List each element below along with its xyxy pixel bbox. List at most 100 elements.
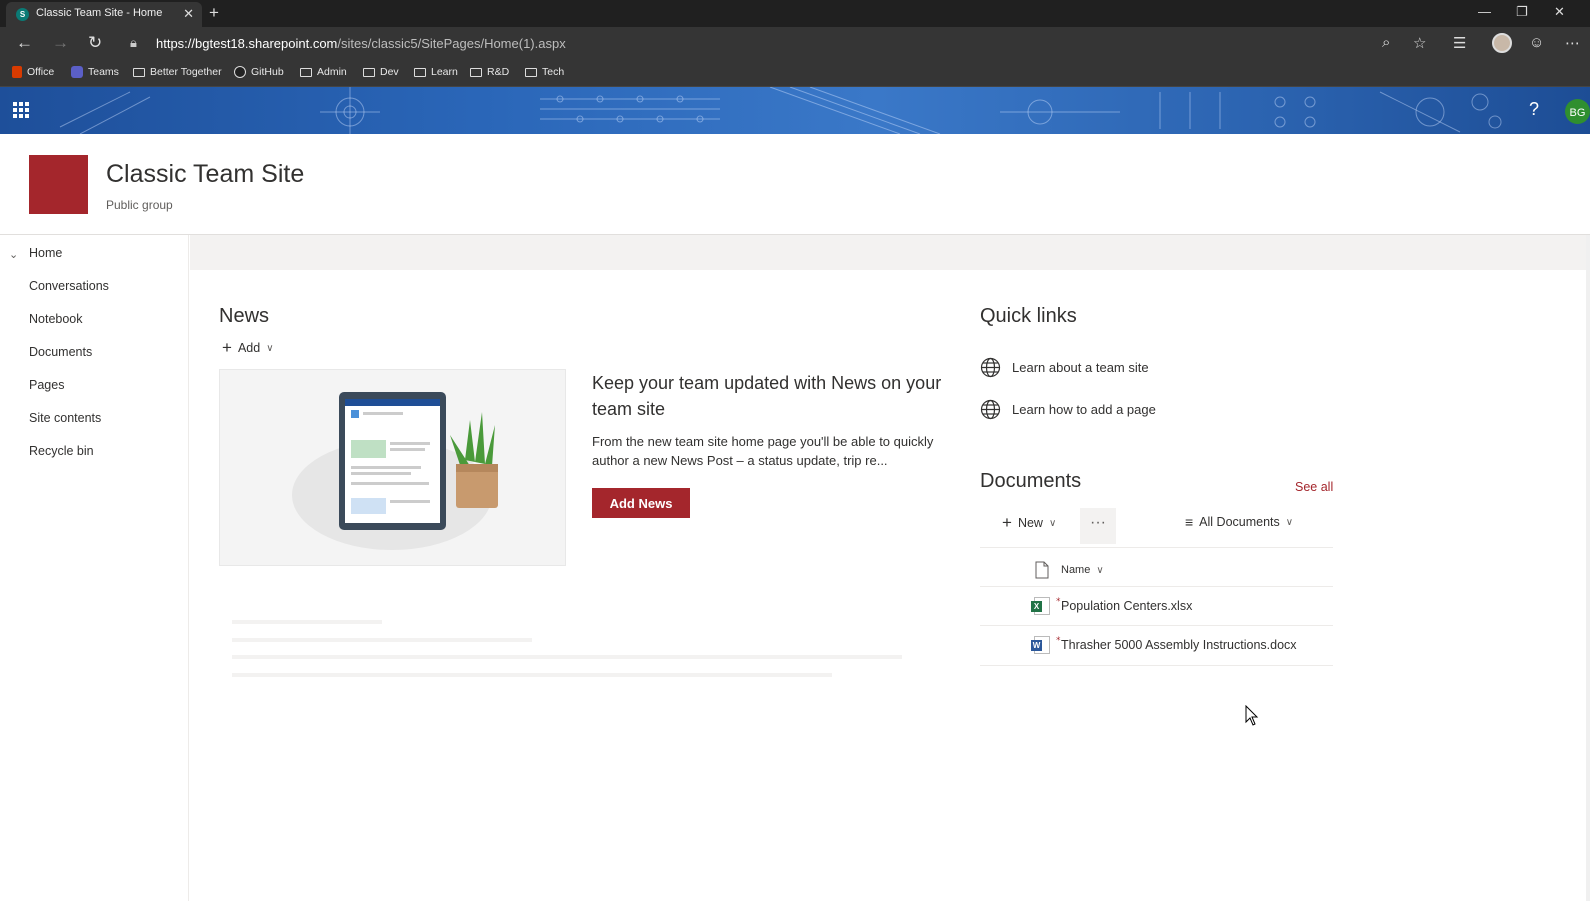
news-headline[interactable]: Keep your team updated with News on your… bbox=[592, 370, 952, 422]
mouse-cursor-icon bbox=[1245, 705, 1259, 726]
nav-item-home[interactable]: Home bbox=[29, 246, 62, 260]
user-avatar[interactable]: BG bbox=[1565, 99, 1590, 124]
word-file-icon: W bbox=[1031, 636, 1050, 654]
document-name[interactable]: ⁎ Thrasher 5000 Assembly Instructions.do… bbox=[1056, 632, 1297, 652]
nav-item-pages[interactable]: Pages bbox=[29, 378, 64, 392]
chevron-down-icon: ∨ bbox=[266, 342, 274, 354]
new-item-sparkle-icon: ⁎ bbox=[1056, 593, 1061, 603]
nav-item-documents[interactable]: Documents bbox=[29, 345, 92, 359]
scrollbar[interactable] bbox=[1586, 235, 1590, 901]
folder-icon bbox=[470, 67, 482, 77]
tab-title: Classic Team Site - Home bbox=[36, 7, 163, 19]
see-all-link[interactable]: See all bbox=[1295, 480, 1333, 494]
news-add-button[interactable]: + Add ∨ bbox=[222, 338, 274, 358]
help-icon[interactable]: ? bbox=[1529, 99, 1539, 120]
favorite-teams[interactable]: Teams bbox=[71, 66, 119, 78]
file-type-header-icon[interactable] bbox=[1034, 561, 1050, 579]
refresh-icon[interactable]: ↻ bbox=[88, 33, 102, 53]
favorite-tech[interactable]: Tech bbox=[525, 66, 564, 78]
excel-file-icon: X bbox=[1031, 597, 1050, 615]
favorite-office[interactable]: Office bbox=[12, 66, 54, 78]
address-bar: ← → ↻ 🔒︎ https://bgtest18.sharepoint.com… bbox=[0, 27, 1590, 60]
news-add-label: Add bbox=[237, 341, 261, 355]
document-row[interactable]: W ⁎ Thrasher 5000 Assembly Instructions.… bbox=[1031, 632, 1297, 654]
favorite-star-icon[interactable]: ☆ bbox=[1413, 34, 1426, 52]
url-field[interactable]: https://bgtest18.sharepoint.com/sites/cl… bbox=[156, 36, 566, 51]
add-news-button[interactable]: Add News bbox=[592, 488, 690, 518]
favorite-dev[interactable]: Dev bbox=[363, 66, 399, 78]
loading-skeleton-line bbox=[232, 655, 902, 659]
nav-item-site-contents[interactable]: Site contents bbox=[29, 411, 101, 425]
globe-icon bbox=[980, 357, 1001, 378]
quick-link-learn-team-site[interactable]: Learn about a team site bbox=[980, 357, 1149, 378]
lock-icon: 🔒︎ bbox=[130, 35, 137, 50]
site-title[interactable]: Classic Team Site bbox=[106, 160, 304, 189]
document-row[interactable]: X ⁎ Population Centers.xlsx bbox=[1031, 593, 1192, 615]
folder-icon bbox=[525, 67, 537, 77]
globe-icon bbox=[980, 399, 1001, 420]
url-path: /sites/classic5/SitePages/Home(1).aspx bbox=[337, 36, 566, 51]
more-menu-icon[interactable]: ⋯ bbox=[1565, 34, 1580, 52]
favorite-admin[interactable]: Admin bbox=[300, 66, 347, 78]
favorites-list-icon[interactable]: ☰ bbox=[1453, 34, 1466, 52]
minimize-icon[interactable]: — bbox=[1478, 4, 1491, 19]
chevron-down-icon: ∨ bbox=[1048, 517, 1057, 529]
chevron-down-icon: ∨ bbox=[1096, 564, 1104, 576]
news-placeholder-image bbox=[219, 369, 566, 566]
news-description: From the new team site home page you'll … bbox=[592, 434, 934, 468]
row-divider bbox=[980, 665, 1333, 666]
nav-item-notebook[interactable]: Notebook bbox=[29, 312, 83, 326]
restore-icon[interactable]: ❐ bbox=[1516, 4, 1528, 20]
news-title: News bbox=[219, 305, 270, 327]
github-icon bbox=[234, 66, 246, 78]
plus-icon: + bbox=[222, 338, 232, 357]
app-launcher-waffle-icon[interactable] bbox=[13, 102, 29, 118]
new-item-sparkle-icon: ⁎ bbox=[1056, 632, 1061, 642]
loading-skeleton-line bbox=[232, 673, 832, 677]
favorite-rnd[interactable]: R&D bbox=[470, 66, 509, 78]
documents-header-row: Name ∨ bbox=[1034, 561, 1104, 579]
row-divider bbox=[980, 625, 1333, 626]
site-logo[interactable] bbox=[29, 155, 88, 214]
more-options-button[interactable]: ··· bbox=[1080, 508, 1116, 544]
page-banner-band bbox=[190, 235, 1590, 270]
browser-profile-avatar[interactable] bbox=[1492, 33, 1512, 53]
list-view-icon: ≡ bbox=[1185, 514, 1194, 530]
new-tab-icon[interactable]: + bbox=[209, 3, 219, 23]
browser-tab[interactable]: S Classic Team Site - Home ✕ bbox=[6, 2, 202, 27]
forward-icon[interactable]: → bbox=[52, 33, 69, 53]
documents-title: Documents bbox=[980, 470, 1082, 492]
view-label: All Documents bbox=[1199, 515, 1280, 529]
quick-link-add-page[interactable]: Learn how to add a page bbox=[980, 399, 1156, 420]
back-icon[interactable]: ← bbox=[16, 33, 33, 53]
close-tab-icon[interactable]: ✕ bbox=[183, 6, 194, 22]
blueprint-background bbox=[59, 87, 1502, 134]
site-subtitle: Public group bbox=[106, 198, 173, 212]
feedback-smiley-icon[interactable]: ☺ bbox=[1529, 34, 1544, 51]
sharepoint-favicon-icon: S bbox=[16, 8, 29, 21]
close-window-icon[interactable]: ✕ bbox=[1554, 4, 1565, 20]
loading-skeleton-line bbox=[232, 620, 382, 624]
new-document-button[interactable]: + New ∨ bbox=[1002, 513, 1056, 533]
nav-item-conversations[interactable]: Conversations bbox=[29, 279, 109, 293]
new-label: New bbox=[1017, 516, 1043, 530]
command-bar-divider bbox=[980, 547, 1333, 548]
favorite-learn[interactable]: Learn bbox=[414, 66, 458, 78]
name-column-header[interactable]: Name ∨ bbox=[1061, 564, 1104, 576]
favorite-github[interactable]: GitHub bbox=[234, 66, 284, 78]
folder-icon bbox=[363, 67, 375, 77]
left-navigation bbox=[0, 235, 189, 901]
user-initials: BG bbox=[1570, 107, 1586, 119]
document-name[interactable]: ⁎ Population Centers.xlsx bbox=[1056, 593, 1192, 613]
nav-item-recycle-bin[interactable]: Recycle bin bbox=[29, 444, 94, 458]
loading-skeleton-line bbox=[232, 638, 532, 642]
row-divider bbox=[980, 586, 1333, 587]
zoom-icon[interactable]: ⌕ bbox=[1382, 34, 1390, 51]
quick-link-label: Learn how to add a page bbox=[1012, 402, 1156, 417]
chevron-down-icon[interactable]: ⌄ bbox=[9, 248, 18, 261]
tablet-and-plant-illustration bbox=[292, 392, 498, 550]
teams-icon bbox=[71, 66, 83, 78]
favorite-better-together[interactable]: Better Together bbox=[133, 66, 222, 78]
view-selector[interactable]: ≡ All Documents ∨ bbox=[1185, 514, 1293, 530]
folder-icon bbox=[133, 67, 145, 77]
